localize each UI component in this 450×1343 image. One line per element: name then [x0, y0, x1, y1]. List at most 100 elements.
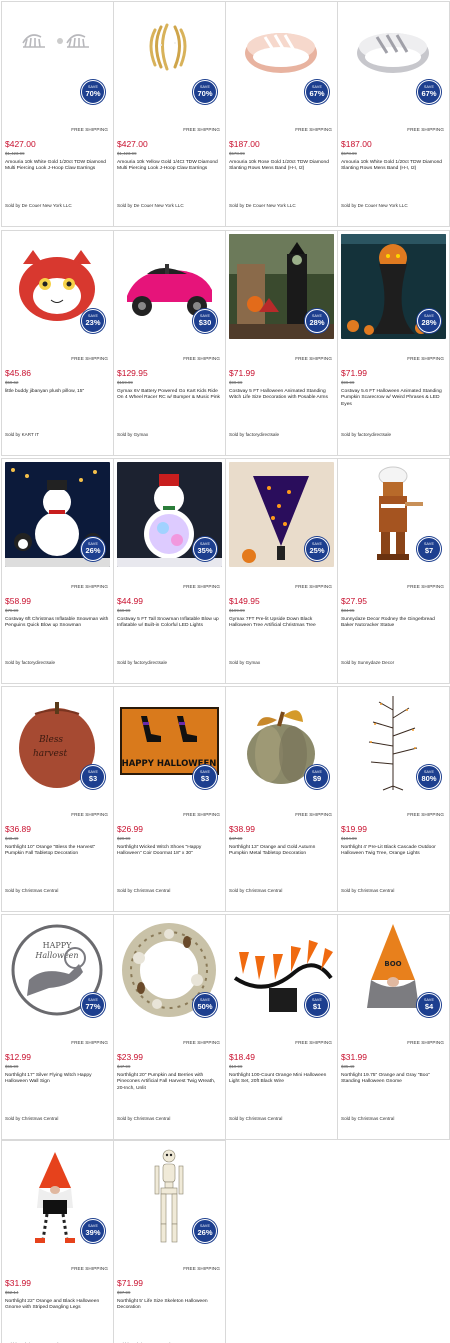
product-title-link[interactable]: Northlight 100-Count Orange Mini Hallowe…	[229, 1073, 333, 1086]
product-card[interactable]: SAVE 26% FREE SHIPPING $71.99 $97.99 Northlig…	[113, 1140, 226, 1343]
product-card[interactable]: BOO SAVE $4 FREE SHIPPING $31.99 $35.49 Northl…	[337, 914, 450, 1140]
product-title-link[interactable]: Amouria 10k Rose Gold 1/20ct TDW Diamond…	[229, 160, 333, 173]
seller-name[interactable]: Sold by De Couer New York LLC	[117, 203, 184, 208]
save-badge: SAVE $1	[305, 993, 329, 1017]
seller-name[interactable]: Sold by factorydirectsale	[229, 432, 279, 437]
product-title-link[interactable]: little buddy jibanyan plush pillow, 15"	[5, 389, 109, 395]
save-badge: SAVE $9	[305, 765, 329, 789]
original-price: $79.99	[5, 608, 19, 613]
product-card[interactable]: SAVE 67% FREE SHIPPING $187.00 $578.99 Amouri…	[225, 1, 338, 227]
seller-name[interactable]: Sold by factorydirectsale	[341, 432, 391, 437]
product-card[interactable]: SAVE 28% FREE SHIPPING $71.99 $99.99 Costway …	[225, 230, 338, 456]
product-title-link[interactable]: Gymax 7FT Pre-lit Upside Down Black Hall…	[229, 617, 333, 630]
product-card[interactable]: SAVE 80% FREE SHIPPING $19.99 $104.99 Northli…	[337, 686, 450, 912]
sale-price: $149.95	[229, 596, 260, 606]
product-title-link[interactable]: Costway 5 FT Halloween Animated Standing…	[229, 389, 333, 402]
product-card[interactable]: HAPPY HALLOWEEN SAVE $3 FREE SHIPPING $26.99…	[113, 686, 226, 912]
product-card[interactable]: Bless harvest SAVE $3 FREE SHIPPING $36.89 $40…	[1, 686, 114, 912]
free-shipping-label: FREE SHIPPING	[183, 127, 220, 132]
product-title-link[interactable]: Northlight 20" Pumpkin and Berries with …	[117, 1073, 221, 1092]
product-card[interactable]: SAVE 28% FREE SHIPPING $71.99 $99.99 Costway …	[337, 230, 450, 456]
sale-price: $26.99	[117, 824, 143, 834]
seller-name[interactable]: Sold by Christmas Central	[5, 1116, 58, 1121]
product-title-link[interactable]: Costway 5.6 FT Halloween Animated Standi…	[341, 389, 445, 408]
product-title-link[interactable]: Northlight 10" Orange "Bless the Harvest…	[5, 845, 109, 858]
save-badge: SAVE $7	[417, 537, 441, 561]
sale-price: $27.95	[341, 596, 367, 606]
seller-name[interactable]: Sold by Christmas Central	[341, 888, 394, 893]
product-card[interactable]: SAVE $7 FREE SHIPPING $27.95 $34.95 Sunnydaze…	[337, 458, 450, 684]
product-title-link[interactable]: Amouria 10k White Gold 1/20ct TDW Diamon…	[341, 160, 445, 173]
free-shipping-label: FREE SHIPPING	[295, 127, 332, 132]
product-title-link[interactable]: Gymax 6V Battery Powered Go Kart Kids Ri…	[117, 389, 221, 402]
seller-name[interactable]: Sold by Christmas Central	[117, 1116, 170, 1121]
product-card[interactable]: SAVE $9 FREE SHIPPING $38.99 $47.99 Northligh…	[225, 686, 338, 912]
seller-name[interactable]: Sold by Sunnydaze Decor	[341, 660, 394, 665]
sale-price: $129.95	[117, 368, 148, 378]
original-price: $578.99	[341, 151, 357, 156]
product-card[interactable]: SAVE 67% FREE SHIPPING $187.00 $578.99 Amouri…	[337, 1, 450, 227]
sale-price: $71.99	[229, 368, 255, 378]
original-price: $69.99	[117, 608, 131, 613]
save-badge: SAVE 23%	[81, 309, 105, 333]
original-price: $47.99	[229, 836, 243, 841]
free-shipping-label: FREE SHIPPING	[407, 356, 444, 361]
product-title-link[interactable]: Costway 6ft Christmas Inflatable Snowman…	[5, 617, 109, 630]
seller-name[interactable]: Sold by Christmas Central	[229, 888, 282, 893]
free-shipping-label: FREE SHIPPING	[407, 584, 444, 589]
product-title-link[interactable]: Northlight 19.75" Orange and Gray "Boo" …	[341, 1073, 445, 1086]
product-card[interactable]: SAVE 26% FREE SHIPPING $58.99 $79.99 Costway …	[1, 458, 114, 684]
product-card[interactable]: SAVE 25% FREE SHIPPING $149.95 $199.99 Gymax …	[225, 458, 338, 684]
save-amount: 35%	[197, 546, 213, 555]
svg-text:HAPPY: HAPPY	[43, 941, 73, 950]
sale-price: $31.99	[341, 1052, 367, 1062]
product-title-link[interactable]: Costway 5 FT Tall Snowman Inflatable Blo…	[117, 617, 221, 630]
original-price: $97.99	[117, 1290, 131, 1295]
sale-price: $58.99	[5, 596, 31, 606]
original-price: $1,423.99	[117, 151, 137, 156]
product-title-link[interactable]: Northlight 4' Pre-Lit Black Cascade Outd…	[341, 845, 445, 858]
seller-name[interactable]: Sold by Christmas Central	[117, 888, 170, 893]
product-title-link[interactable]: Sunnydaze Decor Rodney the Gingerbread B…	[341, 617, 445, 630]
seller-name[interactable]: Sold by Gymax	[229, 660, 260, 665]
seller-name[interactable]: Sold by Christmas Central	[341, 1116, 394, 1121]
save-amount: 39%	[85, 1228, 101, 1237]
product-card[interactable]: SAVE 70% FREE SHIPPING $427.00 $1,423.99 Amou…	[1, 1, 114, 227]
product-card[interactable]: SAVE $1 FREE SHIPPING $18.49 $19.99 Northligh…	[225, 914, 338, 1140]
seller-name[interactable]: Sold by De Couer New York LLC	[341, 203, 408, 208]
sale-price: $187.00	[229, 139, 260, 149]
product-card[interactable]: SAVE 50% FREE SHIPPING $23.99 $47.99 Northlig…	[113, 914, 226, 1140]
product-card[interactable]: SAVE 39% FREE SHIPPING $31.99 $52.14 Northlig…	[1, 1140, 114, 1343]
original-price: $99.99	[341, 380, 355, 385]
product-title-link[interactable]: Northlight Wicked Witch Shoes "Happy Hal…	[117, 845, 221, 858]
free-shipping-label: FREE SHIPPING	[183, 356, 220, 361]
seller-name[interactable]: Sold by Christmas Central	[229, 1116, 282, 1121]
product-title-link[interactable]: Northlight 5' Life Size Skeleton Hallowe…	[117, 1299, 221, 1312]
product-card[interactable]: SAVE 70% FREE SHIPPING $427.00 $1,423.99 Amou…	[113, 1, 226, 227]
product-title-link[interactable]: Amouria 10k Yellow Gold 1/4Ct TDW Diamon…	[117, 160, 221, 173]
save-amount: $3	[200, 774, 210, 783]
save-amount: 77%	[85, 1002, 101, 1011]
seller-name[interactable]: Sold by factorydirectsale	[117, 660, 167, 665]
product-card[interactable]: SAVE 23% FREE SHIPPING $45.86 $59.62 little b…	[1, 230, 114, 456]
product-title-link[interactable]: Northlight 13" Orange and Gold Autumn Pu…	[229, 845, 333, 858]
product-title-link[interactable]: Northlight 17" Silver Flying Witch Happy…	[5, 1073, 109, 1086]
seller-name[interactable]: Sold by KART IT	[5, 432, 39, 437]
seller-name[interactable]: Sold by factorydirectsale	[5, 660, 55, 665]
save-amount: 26%	[85, 546, 101, 555]
product-title-link[interactable]: Amouria 10k White Gold 1/20ct TDW Diamon…	[5, 160, 109, 173]
product-card[interactable]: SAVE 35% FREE SHIPPING $44.99 $69.99 Costway …	[113, 458, 226, 684]
product-title-link[interactable]: Northlight 22" Orange and Black Hallowee…	[5, 1299, 109, 1312]
sale-price: $23.99	[117, 1052, 143, 1062]
seller-name[interactable]: Sold by De Couer New York LLC	[229, 203, 296, 208]
product-card[interactable]: HAPPY Halloween SAVE 77% FREE SHIPPING $12.99…	[1, 914, 114, 1140]
save-badge: SAVE 67%	[417, 80, 441, 104]
seller-name[interactable]: Sold by De Couer New York LLC	[5, 203, 72, 208]
original-price: $1,423.99	[5, 151, 25, 156]
product-card[interactable]: SAVE $30 FREE SHIPPING $129.95 $159.99 Gymax …	[113, 230, 226, 456]
save-amount: 23%	[85, 318, 101, 327]
save-badge: SAVE 26%	[81, 537, 105, 561]
seller-name[interactable]: Sold by Gymax	[117, 432, 148, 437]
save-badge: SAVE 25%	[305, 537, 329, 561]
seller-name[interactable]: Sold by Christmas Central	[5, 888, 58, 893]
